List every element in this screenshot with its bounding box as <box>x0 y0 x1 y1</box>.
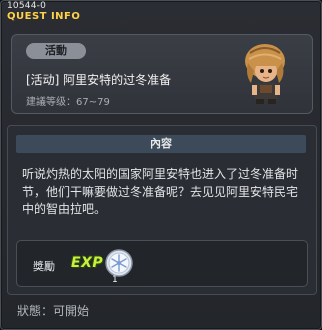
reward-label: 獎勵 <box>33 260 55 273</box>
quest-status: 狀態：可開始 <box>17 304 90 318</box>
content-header: 內容 <box>16 135 306 153</box>
reward-item-count: 1 <box>112 275 118 285</box>
recommended-level: 建議等级：67~79 <box>26 97 110 108</box>
category-badge: 活動 <box>26 43 86 59</box>
npc-portrait-icon <box>245 44 285 104</box>
quest-name: [活动] 阿里安特的过冬准备 <box>26 73 172 87</box>
quest-summary-panel: 活動 [活动] 阿里安特的过冬准备 建議等级：67~79 <box>11 34 313 114</box>
exp-label: EXP <box>71 255 104 271</box>
snowflake-coin-icon[interactable] <box>105 249 133 277</box>
reward-box: 獎勵 EXP 1 <box>16 240 308 287</box>
quest-description: 听说灼热的太阳的国家阿里安特也进入了过冬准备时节，他们干嘛要做过冬准备呢？去见见… <box>22 167 299 216</box>
window-title: QUEST INFO <box>7 11 81 22</box>
quest-info-window: 10544-0 QUEST INFO 活動 [活动] 阿里安特的过冬准备 建議等… <box>0 0 322 330</box>
quest-id: 10544-0 <box>7 1 47 11</box>
title-bar[interactable]: 10544-0 QUEST INFO <box>1 1 321 23</box>
quest-content-panel: 內容 听说灼热的太阳的国家阿里安特也进入了过冬准备时节，他们干嘛要做过冬准备呢？… <box>7 125 317 295</box>
